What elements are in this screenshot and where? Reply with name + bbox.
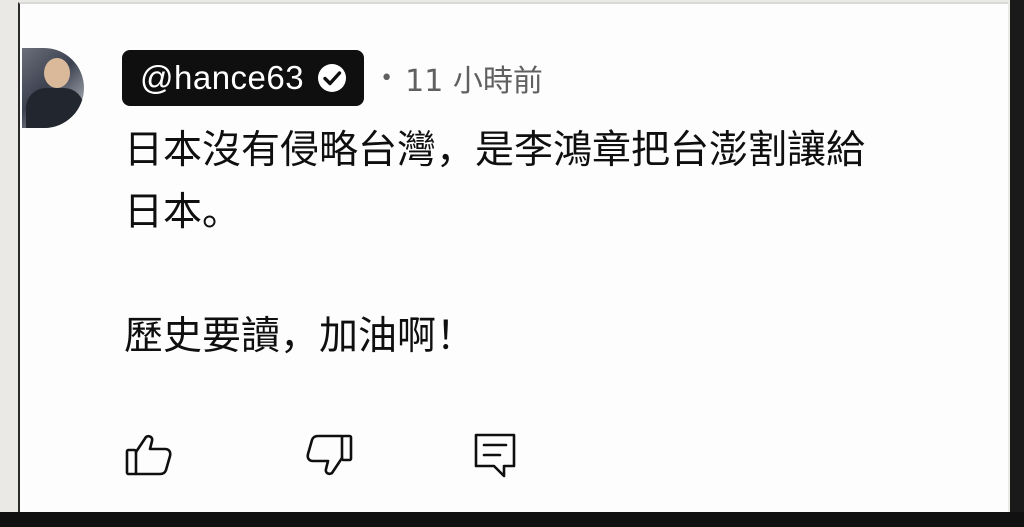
reply-comment-icon [470, 430, 520, 484]
comment-line-blank [124, 244, 1004, 306]
dislike-button[interactable] [302, 430, 356, 484]
thumbs-up-icon [124, 430, 174, 484]
comment-card: @hance63 • 11 小時前 日本沒有侵略台灣，是李鴻章把台澎割讓給 日本… [18, 2, 1008, 512]
avatar[interactable] [22, 48, 84, 128]
comment-line: 歷史要讀，加油啊！ [124, 314, 476, 359]
meta-separator: • [380, 65, 394, 91]
comment-line: 日本。 [124, 190, 242, 235]
thumbs-down-icon [304, 430, 354, 484]
comment-actions [122, 430, 522, 484]
comment-body: 日本沒有侵略台灣，是李鴻章把台澎割讓給 日本。 歷史要讀，加油啊！ [124, 120, 1004, 368]
avatar-suit [26, 88, 84, 128]
screen-edge-right [1010, 0, 1024, 527]
reply-button[interactable] [468, 430, 522, 484]
verified-check-icon [316, 62, 348, 94]
author-handle-pill[interactable]: @hance63 [122, 50, 365, 106]
screen-edge-bottom [0, 512, 1024, 527]
avatar-face [44, 58, 70, 88]
comment-header: @hance63 • 11 小時前 [122, 50, 543, 106]
comment-timestamp[interactable]: 11 小時前 [405, 56, 543, 100]
comment-line: 日本沒有侵略台灣，是李鴻章把台澎割讓給 [124, 128, 866, 173]
like-button[interactable] [122, 430, 176, 484]
author-handle[interactable]: @hance63 [140, 59, 304, 97]
